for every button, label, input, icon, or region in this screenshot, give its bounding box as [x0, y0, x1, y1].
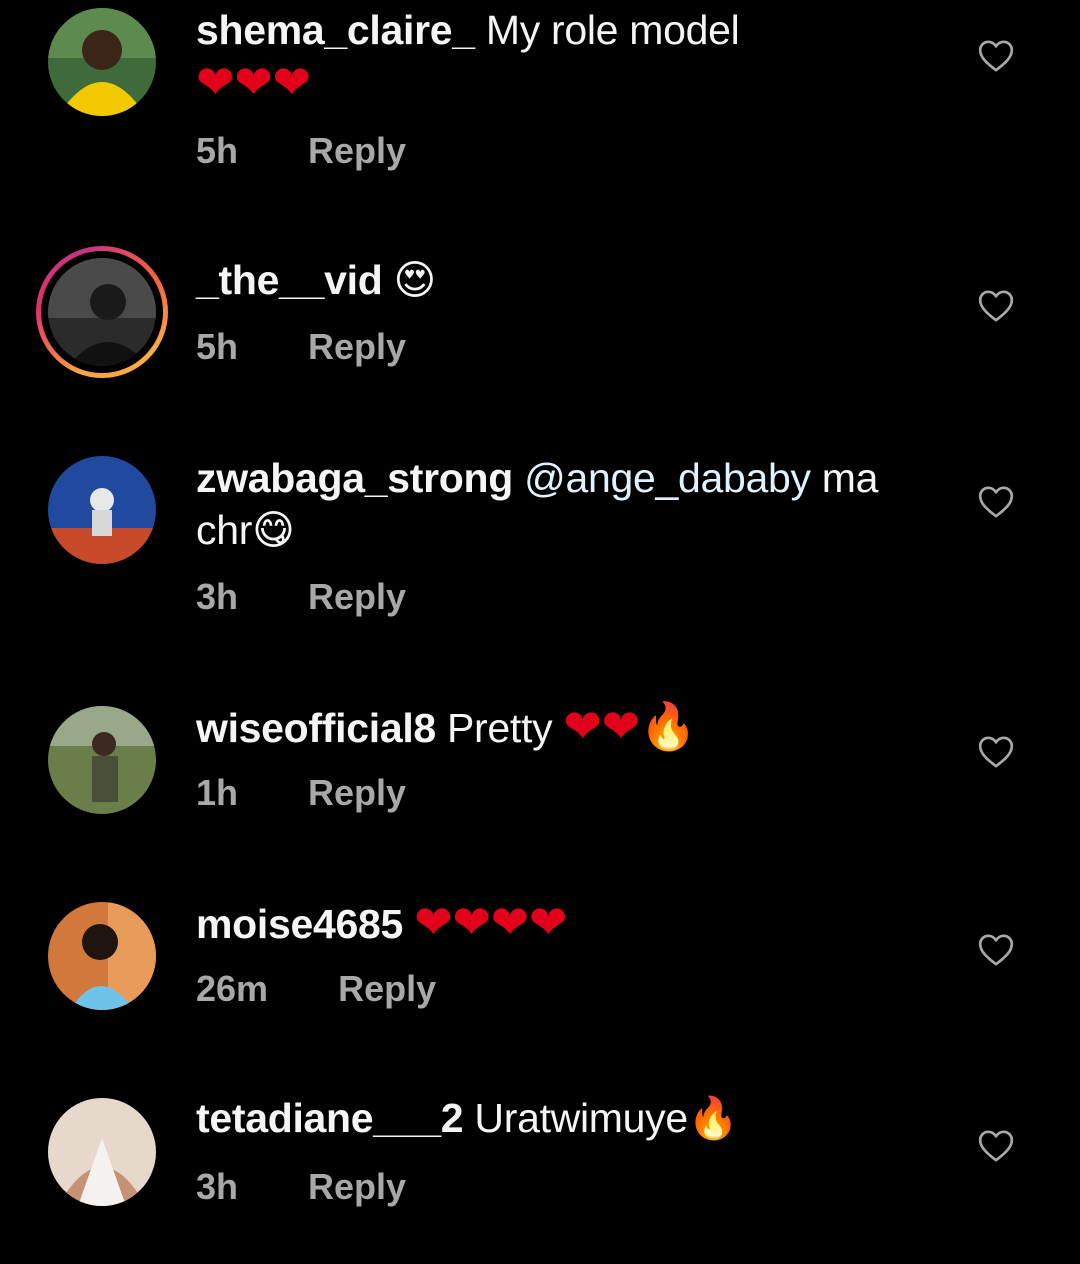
reply-button[interactable]: Reply — [308, 1166, 406, 1208]
comment-meta: 5h Reply — [196, 326, 406, 368]
reply-button[interactable]: Reply — [338, 968, 436, 1010]
heart-outline-icon[interactable] — [976, 286, 1016, 326]
comment-body: Uratwimuye — [474, 1095, 688, 1141]
heart-emoji: ❤❤❤❤ — [414, 895, 568, 949]
reply-button[interactable]: Reply — [308, 326, 406, 368]
avatar[interactable] — [48, 456, 156, 564]
comment-meta: 1h Reply — [196, 772, 406, 814]
heart-outline-icon[interactable] — [976, 482, 1016, 522]
comment-text: tetadiane___2 Uratwimuye🔥 — [196, 1092, 926, 1144]
reply-button[interactable]: Reply — [308, 576, 406, 618]
comment-text: zwabaga_strong @ange_dababy ma chr😋 — [196, 452, 926, 556]
yum-emoji: 😋 — [252, 506, 295, 554]
heart-outline-icon[interactable] — [976, 930, 1016, 970]
comment-text: moise4685 ❤❤❤❤ — [196, 896, 926, 950]
comment-time: 5h — [196, 326, 239, 367]
comment-text: wiseofficial8 Pretty ❤❤🔥 — [196, 700, 926, 754]
comment-time: 3h — [196, 576, 239, 617]
comment-text: _the__vid 😍 — [196, 254, 926, 306]
comment-username[interactable]: moise4685 — [196, 901, 403, 947]
mention-link[interactable]: @ange_dababy — [524, 455, 811, 501]
comment-time: 3h — [196, 1166, 239, 1207]
comment-meta: 26m Reply — [196, 968, 436, 1010]
fire-emoji: 🔥 — [687, 1094, 739, 1142]
comment-meta: 3h Reply — [196, 576, 406, 618]
avatar[interactable] — [48, 706, 156, 814]
heart-outline-icon[interactable] — [976, 732, 1016, 772]
comment-time: 5h — [196, 130, 239, 171]
heart-outline-icon[interactable] — [976, 1126, 1016, 1166]
comment-body: Pretty — [447, 705, 553, 751]
reply-button[interactable]: Reply — [308, 130, 406, 172]
heart-emoji: ❤❤❤ — [196, 55, 311, 109]
avatar[interactable] — [48, 258, 156, 366]
heart-outline-icon[interactable] — [976, 36, 1016, 76]
comment-username[interactable]: wiseofficial8 — [196, 705, 436, 751]
comment-username[interactable]: zwabaga_strong — [196, 455, 513, 501]
comment-meta: 3h Reply — [196, 1166, 406, 1208]
heart-fire-emoji: ❤❤🔥 — [563, 699, 697, 753]
comment-text: shema_claire_ My role model ❤❤❤ — [196, 4, 926, 110]
comment-meta: 5h Reply — [196, 130, 406, 172]
avatar[interactable] — [48, 902, 156, 1010]
comment-time: 1h — [196, 772, 239, 813]
avatar[interactable] — [48, 1098, 156, 1206]
heart-eyes-emoji: 😍 — [393, 256, 437, 304]
avatar[interactable] — [48, 8, 156, 116]
comment-username[interactable]: _the__vid — [196, 257, 383, 303]
story-ring[interactable] — [36, 246, 168, 378]
reply-button[interactable]: Reply — [308, 772, 406, 814]
comment-time: 26m — [196, 968, 269, 1009]
comment-username[interactable]: shema_claire_ — [196, 7, 475, 53]
comment-body: My role model — [485, 7, 740, 53]
comment-username[interactable]: tetadiane___2 — [196, 1095, 464, 1141]
